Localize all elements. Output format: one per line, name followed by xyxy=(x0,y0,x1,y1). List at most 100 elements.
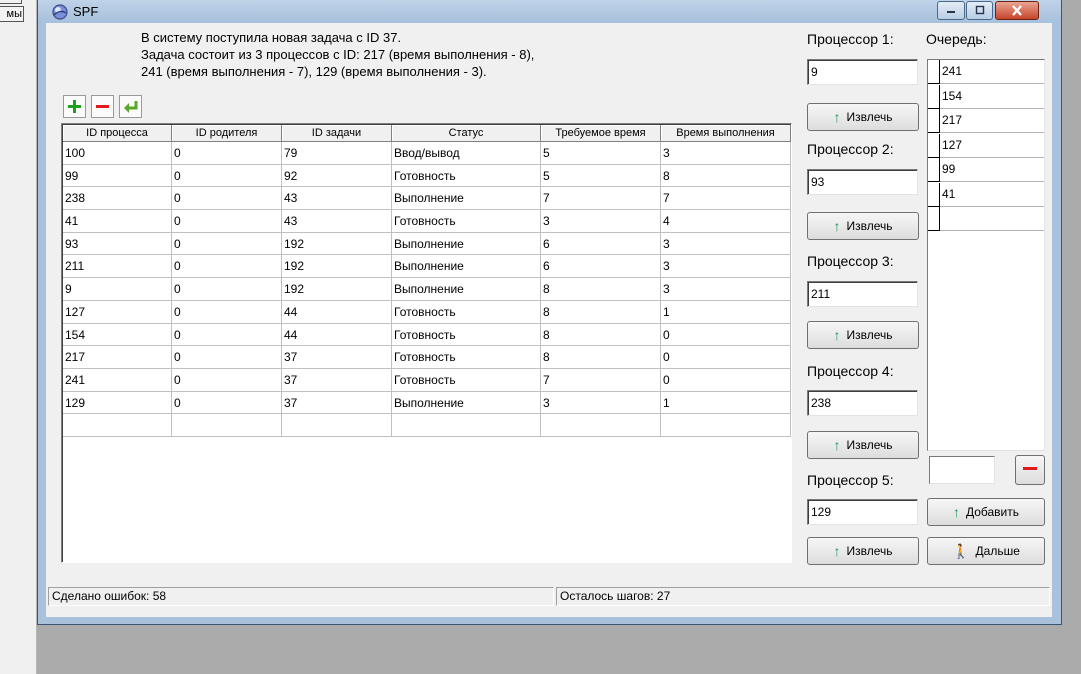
table-cell[interactable]: 0 xyxy=(661,346,791,369)
table-cell[interactable]: 7 xyxy=(541,368,661,392)
add-row-button[interactable] xyxy=(63,95,86,118)
table-cell[interactable]: 79 xyxy=(282,142,392,165)
next-step-button[interactable]: 🚶 Дальше xyxy=(927,537,1045,565)
table-cell[interactable]: 3 xyxy=(661,278,791,301)
queue-item[interactable]: 154 xyxy=(928,84,1044,109)
table-cell[interactable]: 44 xyxy=(282,300,392,324)
processor-3-extract-button[interactable]: ↑ Извлечь xyxy=(807,321,919,349)
table-cell[interactable]: 43 xyxy=(282,187,392,211)
queue-list[interactable]: 241 154 217 127 99 41 xyxy=(927,59,1045,451)
table-cell[interactable]: 7 xyxy=(661,187,791,211)
table-cell[interactable]: 0 xyxy=(172,164,282,188)
table-cell[interactable]: 3 xyxy=(541,391,661,415)
add-to-queue-button[interactable]: ↑ Добавить xyxy=(927,498,1045,526)
table-cell[interactable]: 44 xyxy=(282,323,392,347)
table-cell[interactable]: 0 xyxy=(172,278,282,301)
queue-item[interactable]: 127 xyxy=(928,133,1044,158)
table-cell[interactable] xyxy=(172,414,282,437)
table-cell[interactable]: 0 xyxy=(661,323,791,347)
table-cell[interactable]: 0 xyxy=(172,232,282,256)
table-cell[interactable]: 0 xyxy=(172,142,282,165)
table-row[interactable]: 100 0 79 Ввод/вывод 5 3 xyxy=(63,142,791,165)
queue-remove-button[interactable] xyxy=(1015,455,1045,485)
table-cell[interactable]: Готовность xyxy=(392,210,541,233)
table-cell[interactable]: 100 xyxy=(63,142,172,165)
table-cell[interactable]: 192 xyxy=(282,278,392,301)
table-cell[interactable] xyxy=(541,414,661,437)
table-row[interactable]: 93 0 192 Выполнение 6 3 xyxy=(63,232,791,256)
table-cell[interactable] xyxy=(392,414,541,437)
table-cell[interactable]: 3 xyxy=(661,232,791,256)
table-cell[interactable]: Готовность xyxy=(392,346,541,369)
column-header-parent-id[interactable]: ID родителя xyxy=(172,125,282,142)
table-cell[interactable]: 93 xyxy=(63,232,172,256)
column-header-process-id[interactable]: ID процесса xyxy=(63,125,172,142)
table-cell[interactable]: 8 xyxy=(541,346,661,369)
processor-3-field[interactable]: 211 xyxy=(807,281,918,307)
table-cell[interactable]: 5 xyxy=(541,142,661,165)
table-row[interactable]: 241 0 37 Готовность 7 0 xyxy=(63,368,791,392)
column-header-task-id[interactable]: ID задачи xyxy=(282,125,392,142)
table-cell[interactable]: 37 xyxy=(282,346,392,369)
table-cell[interactable]: 0 xyxy=(172,391,282,415)
processor-2-extract-button[interactable]: ↑ Извлечь xyxy=(807,212,919,240)
table-cell[interactable]: 4 xyxy=(661,210,791,233)
table-cell[interactable]: 192 xyxy=(282,255,392,279)
table-cell[interactable]: 8 xyxy=(541,278,661,301)
table-cell[interactable]: 0 xyxy=(172,187,282,211)
processor-2-field[interactable]: 93 xyxy=(807,169,918,195)
table-cell[interactable]: 0 xyxy=(172,323,282,347)
table-row[interactable]: 238 0 43 Выполнение 7 7 xyxy=(63,187,791,211)
table-cell[interactable] xyxy=(63,414,172,437)
process-table[interactable]: ID процесса ID родителя ID задачи Статус… xyxy=(61,123,792,563)
table-cell[interactable]: Выполнение xyxy=(392,278,541,301)
table-cell[interactable]: 92 xyxy=(282,164,392,188)
close-button[interactable] xyxy=(995,1,1039,20)
processor-1-field[interactable]: 9 xyxy=(807,59,918,85)
queue-item[interactable]: 99 xyxy=(928,158,1044,182)
table-cell[interactable]: 9 xyxy=(63,278,172,301)
table-row[interactable]: 217 0 37 Готовность 8 0 xyxy=(63,346,791,369)
table-cell[interactable]: 0 xyxy=(172,210,282,233)
table-row[interactable]: 127 0 44 Готовность 8 1 xyxy=(63,300,791,324)
table-cell[interactable]: 127 xyxy=(63,300,172,324)
table-cell[interactable]: 99 xyxy=(63,164,172,188)
maximize-button[interactable] xyxy=(966,1,993,20)
table-cell[interactable]: 3 xyxy=(661,142,791,165)
remove-row-button[interactable] xyxy=(91,95,114,118)
processor-5-extract-button[interactable]: ↑ Извлечь xyxy=(807,537,919,565)
table-row[interactable]: 99 0 92 Готовность 5 8 xyxy=(63,164,791,188)
table-cell[interactable]: 192 xyxy=(282,232,392,256)
table-cell[interactable]: 154 xyxy=(63,323,172,347)
table-row[interactable]: 41 0 43 Готовность 3 4 xyxy=(63,210,791,233)
table-cell[interactable]: 1 xyxy=(661,300,791,324)
table-cell[interactable]: Выполнение xyxy=(392,232,541,256)
table-cell[interactable]: 238 xyxy=(63,187,172,211)
minimize-button[interactable] xyxy=(937,1,965,20)
table-row[interactable] xyxy=(63,414,791,437)
table-cell[interactable]: Готовность xyxy=(392,323,541,347)
table-cell[interactable] xyxy=(661,414,791,437)
table-row[interactable]: 129 0 37 Выполнение 3 1 xyxy=(63,391,791,415)
table-cell[interactable]: 3 xyxy=(661,255,791,279)
queue-item[interactable]: 217 xyxy=(928,109,1044,133)
table-row[interactable]: 154 0 44 Готовность 8 0 xyxy=(63,323,791,347)
table-cell[interactable]: 8 xyxy=(661,164,791,188)
processor-5-field[interactable]: 129 xyxy=(807,499,918,525)
table-cell[interactable]: 0 xyxy=(661,368,791,392)
table-cell[interactable]: 129 xyxy=(63,391,172,415)
table-cell[interactable]: 0 xyxy=(172,255,282,279)
table-cell[interactable]: 211 xyxy=(63,255,172,279)
queue-item[interactable]: 241 xyxy=(928,60,1044,84)
queue-input[interactable] xyxy=(929,456,995,484)
table-cell[interactable]: 8 xyxy=(541,323,661,347)
table-cell[interactable]: 8 xyxy=(541,300,661,324)
table-cell[interactable]: 0 xyxy=(172,346,282,369)
table-cell[interactable]: 6 xyxy=(541,232,661,256)
table-cell[interactable]: 217 xyxy=(63,346,172,369)
processor-1-extract-button[interactable]: ↑ Извлечь xyxy=(807,103,919,131)
table-cell[interactable]: 5 xyxy=(541,164,661,188)
queue-item[interactable]: 41 xyxy=(928,182,1044,207)
table-cell[interactable]: Готовность xyxy=(392,368,541,392)
table-cell[interactable]: 43 xyxy=(282,210,392,233)
